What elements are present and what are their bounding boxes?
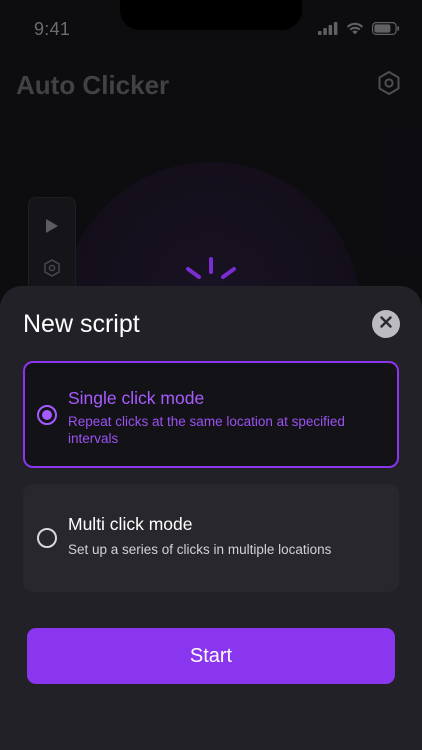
- single-click-mode-option[interactable]: Single click mode Repeat clicks at the s…: [23, 361, 399, 468]
- option-description: Set up a series of clicks in multiple lo…: [68, 542, 332, 557]
- option-title: Multi click mode: [68, 514, 193, 534]
- start-button[interactable]: Start: [27, 628, 395, 684]
- radio-selected[interactable]: [37, 405, 57, 425]
- sheet-title: New script: [23, 310, 140, 338]
- radio-unselected[interactable]: [37, 528, 57, 548]
- close-button[interactable]: [372, 310, 400, 338]
- app-screen: 9:41 Auto Clicker New script Single clic…: [0, 0, 422, 750]
- new-script-sheet: New script Single click mode Repeat clic…: [0, 286, 422, 750]
- option-description: Repeat clicks at the same location at sp…: [68, 414, 345, 446]
- multi-click-mode-option[interactable]: Multi click mode Set up a series of clic…: [23, 484, 399, 592]
- close-icon: [379, 315, 393, 334]
- option-title: Single click mode: [68, 388, 205, 408]
